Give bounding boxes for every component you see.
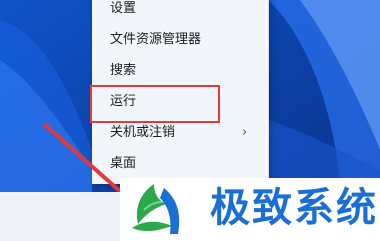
chevron-right-icon: › bbox=[242, 125, 248, 140]
watermark-logo: 极致系统 bbox=[120, 178, 380, 241]
menu-item-label: 文件资源管理器 bbox=[110, 32, 202, 47]
watermark-text: 极致系统 bbox=[210, 185, 378, 231]
menu-item-desktop[interactable]: 桌面 bbox=[92, 149, 268, 179]
menu-item-settings[interactable]: 设置 bbox=[92, 0, 268, 24]
bottom-panel bbox=[0, 192, 120, 241]
menu-item-label: 设置 bbox=[110, 1, 137, 16]
menu-item-label: 桌面 bbox=[110, 156, 137, 171]
menu-item-label: 搜索 bbox=[110, 63, 137, 78]
highlight-box bbox=[90, 85, 220, 123]
menu-item-file-explorer[interactable]: 文件资源管理器 bbox=[92, 25, 268, 55]
logo-icon bbox=[132, 184, 180, 234]
menu-item-search[interactable]: 搜索 bbox=[92, 56, 268, 86]
